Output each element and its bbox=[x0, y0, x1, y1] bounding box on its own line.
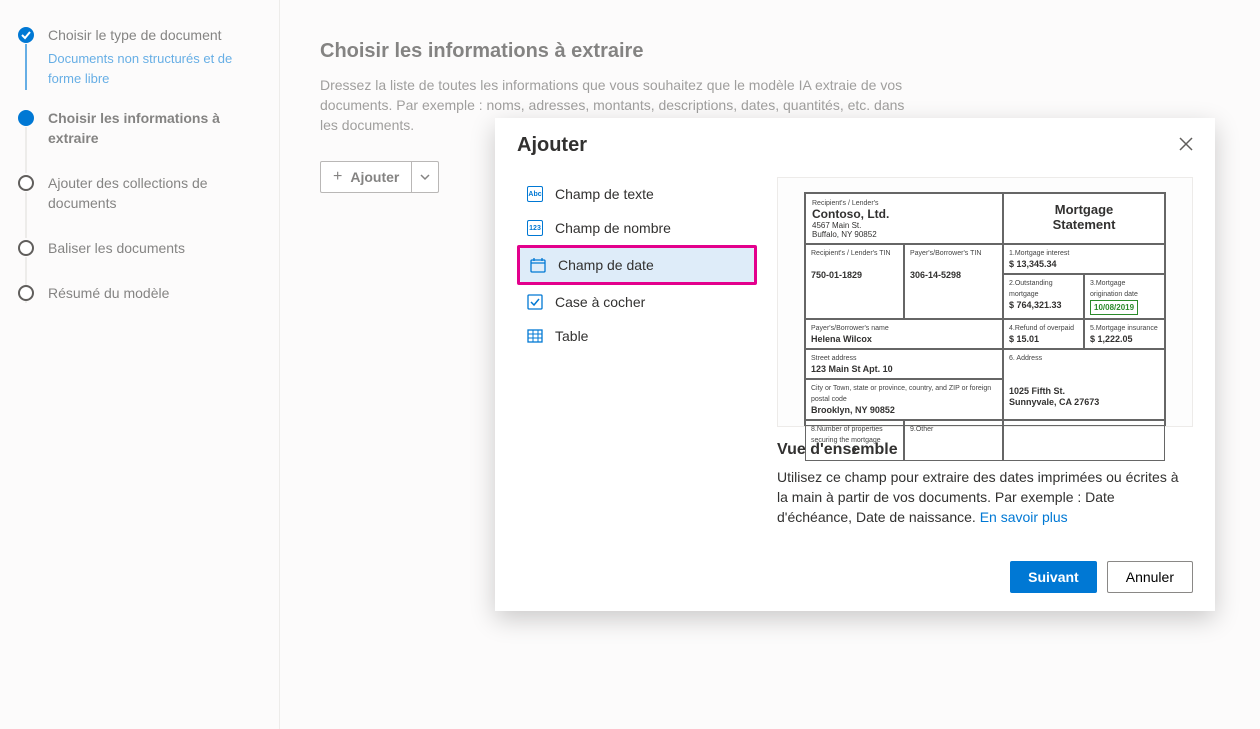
table-icon bbox=[527, 328, 543, 344]
check-icon bbox=[18, 27, 34, 43]
calendar-icon bbox=[530, 257, 546, 273]
dialog-title: Ajouter bbox=[517, 134, 587, 157]
field-type-list: Abc Champ de texte 123 Champ de nombre C… bbox=[517, 177, 757, 527]
learn-more-link[interactable]: En savoir plus bbox=[980, 509, 1068, 525]
type-date-field[interactable]: Champ de date bbox=[520, 248, 754, 282]
type-table-field[interactable]: Table bbox=[517, 319, 757, 353]
text-icon: Abc bbox=[527, 186, 543, 202]
dot-icon bbox=[18, 175, 34, 191]
type-label: Table bbox=[555, 328, 588, 344]
number-icon: 123 bbox=[527, 220, 543, 236]
type-label: Champ de texte bbox=[555, 186, 654, 202]
cancel-button[interactable]: Annuler bbox=[1107, 561, 1193, 593]
preview-document: Recipient's / Lender's Contoso, Ltd. 456… bbox=[777, 177, 1193, 427]
type-preview: Recipient's / Lender's Contoso, Ltd. 456… bbox=[777, 177, 1193, 527]
dot-icon bbox=[18, 240, 34, 256]
add-dialog: Ajouter Abc Champ de texte 123 Champ de … bbox=[495, 118, 1215, 611]
dot-icon bbox=[18, 285, 34, 301]
next-button[interactable]: Suivant bbox=[1010, 561, 1097, 593]
type-label: Champ de date bbox=[558, 257, 654, 273]
checkbox-icon bbox=[527, 294, 543, 310]
close-icon[interactable] bbox=[1179, 137, 1193, 154]
type-label: Champ de nombre bbox=[555, 220, 671, 236]
highlighted-date: 10/08/2019 bbox=[1090, 300, 1138, 315]
overview-text: Utilisez ce champ pour extraire des date… bbox=[777, 467, 1193, 527]
type-checkbox-field[interactable]: Case à cocher bbox=[517, 285, 757, 319]
type-label: Case à cocher bbox=[555, 294, 645, 310]
type-number-field[interactable]: 123 Champ de nombre bbox=[517, 211, 757, 245]
dot-icon bbox=[18, 110, 34, 126]
type-text-field[interactable]: Abc Champ de texte bbox=[517, 177, 757, 211]
